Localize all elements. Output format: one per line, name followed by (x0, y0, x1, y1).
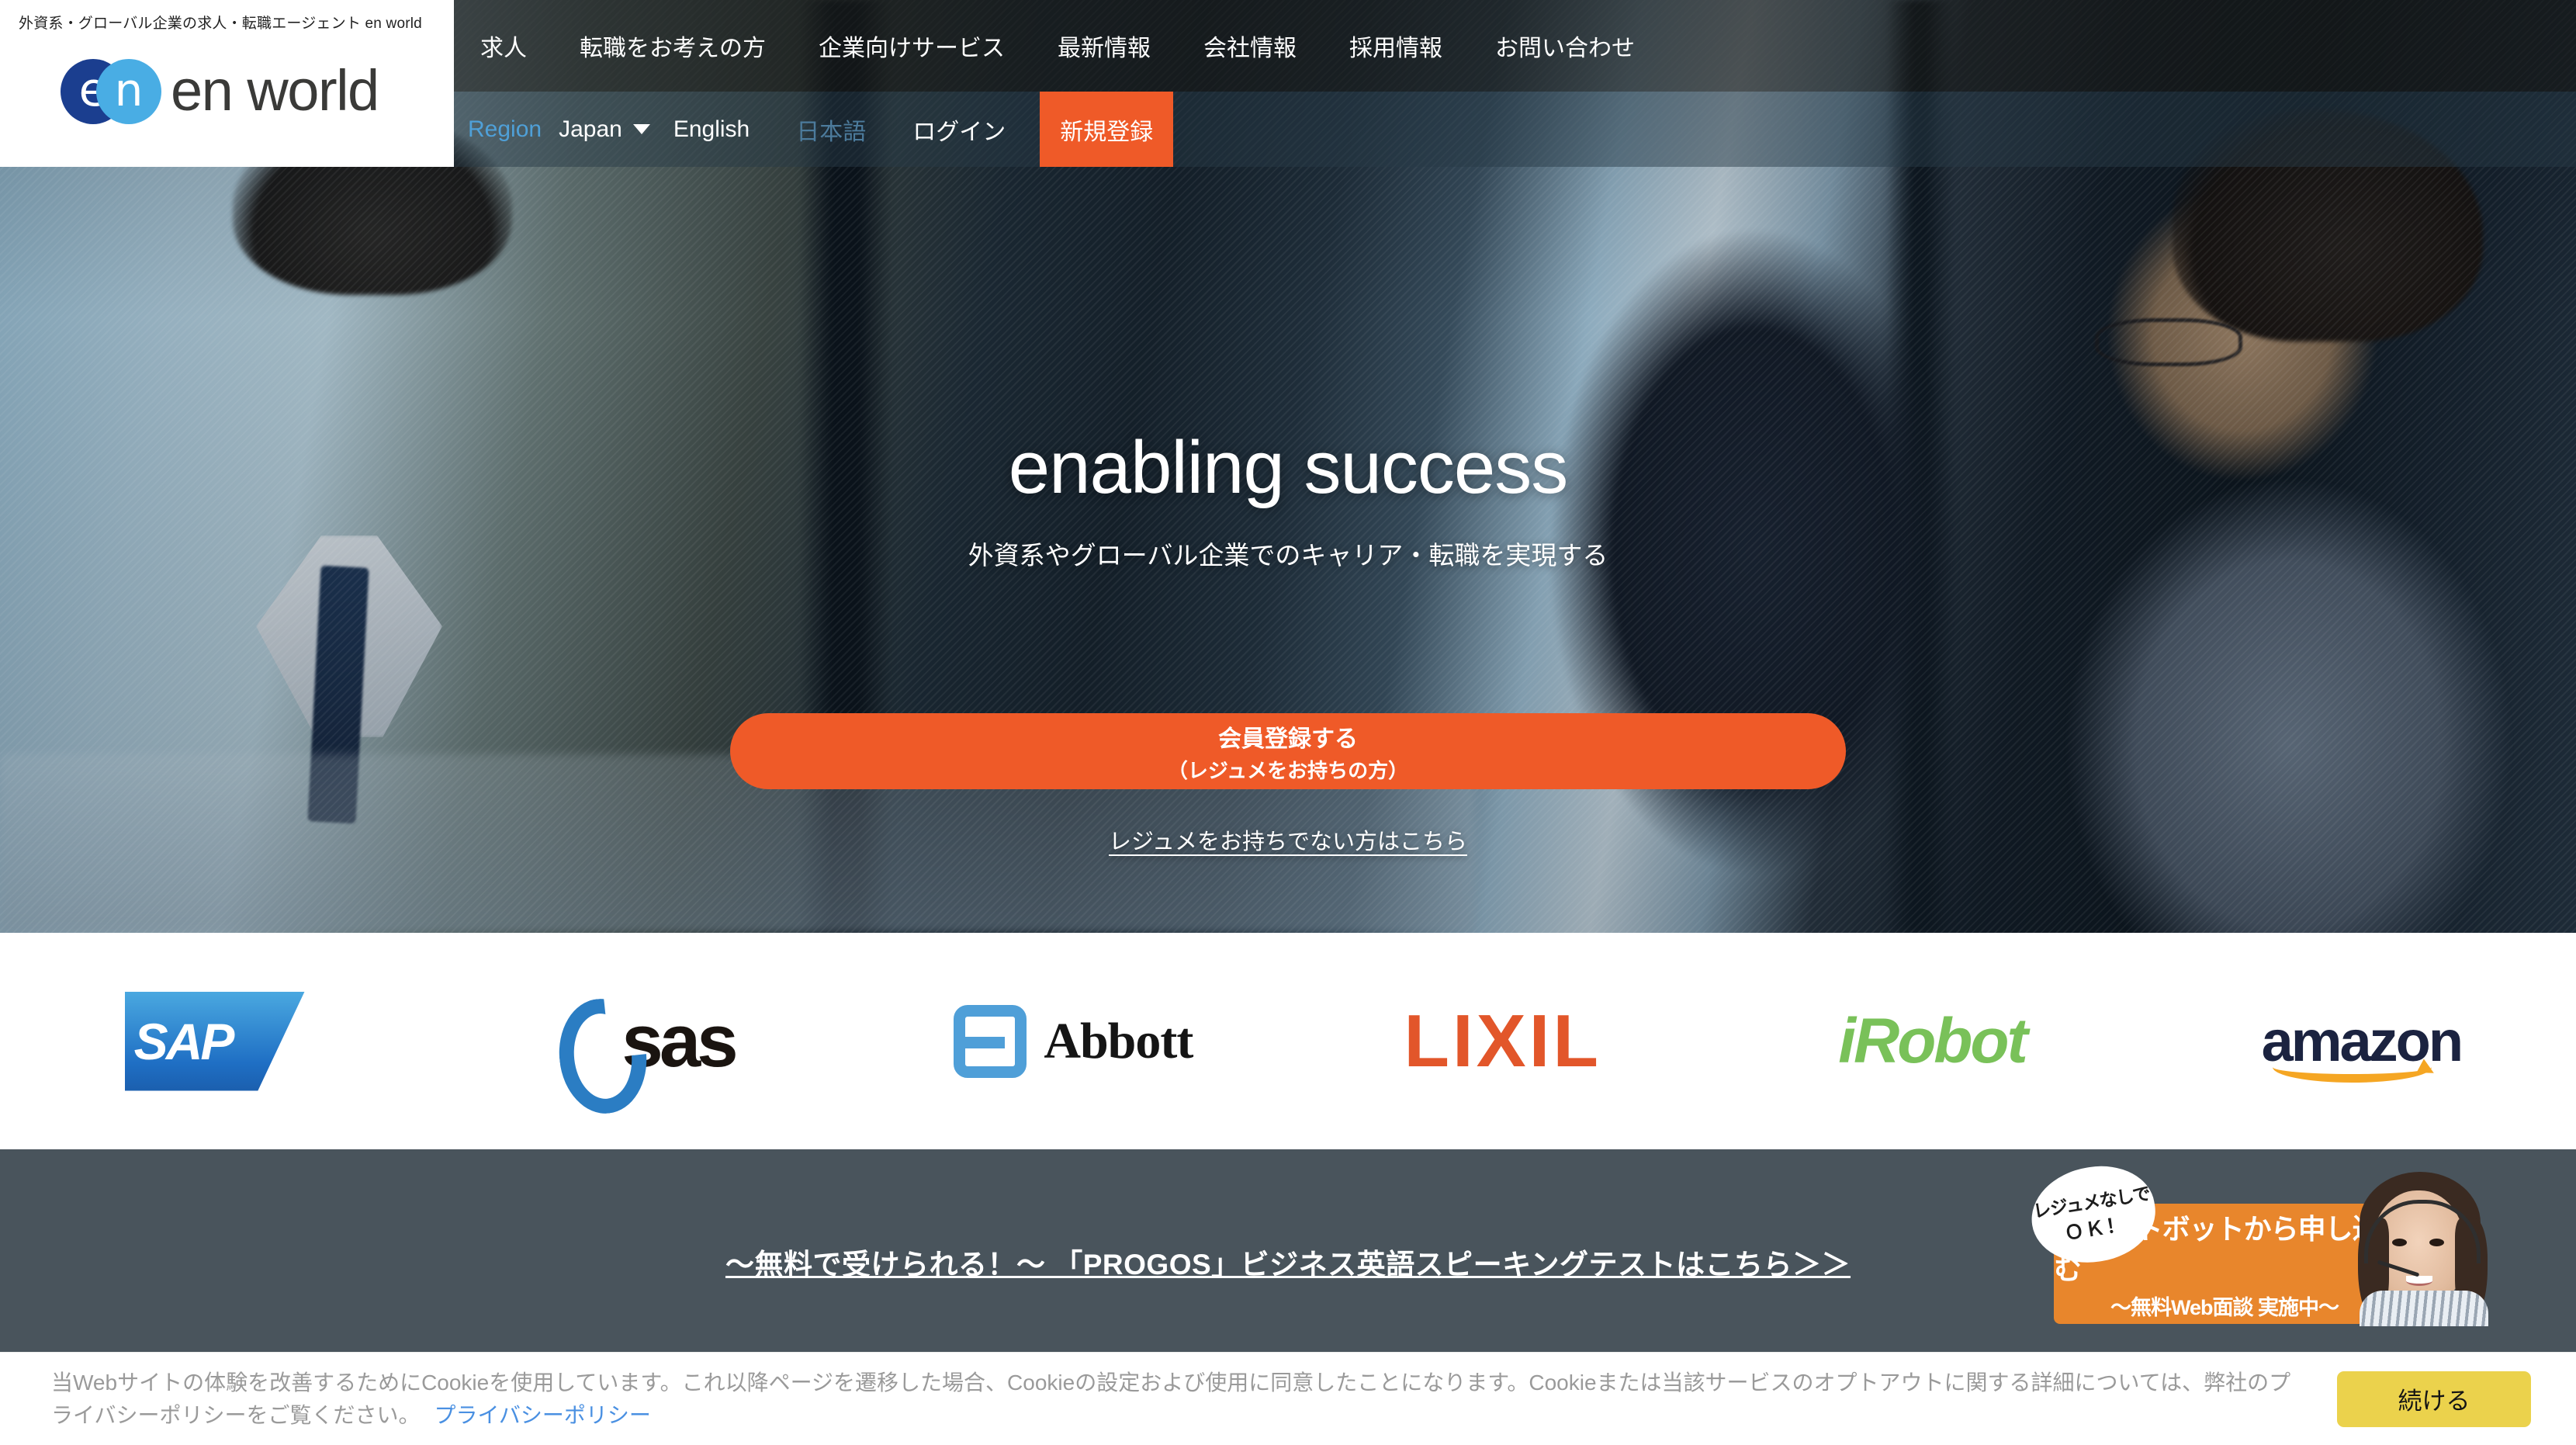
hero-headline: enabling success (1008, 426, 1568, 509)
irobot-wordmark: iRobot (1838, 1005, 2028, 1076)
nav-item-jobs[interactable]: 求人 (454, 29, 553, 63)
brand-logo-box[interactable]: 外資系・グローバル企業の求人・転職エージェント en world e n en … (0, 0, 454, 167)
sap-wordmark: SAP (133, 1012, 235, 1070)
cookie-accept-button[interactable]: 続ける (2337, 1370, 2531, 1427)
region-label: Region (468, 116, 542, 142)
region-selected-value: Japan (559, 116, 622, 142)
language-japanese[interactable]: 日本語 (773, 113, 889, 147)
privacy-policy-link[interactable]: プライバシーポリシー (434, 1403, 650, 1427)
sas-swirl-icon (553, 996, 625, 1087)
client-logo-abbott[interactable]: Abbott (859, 979, 1288, 1104)
cta-primary-label: 会員登録する (1218, 726, 1358, 752)
no-resume-link[interactable]: レジュメをお持ちでない方はこちら (1109, 823, 1467, 856)
client-logo-amazon[interactable]: amazon (2147, 979, 2576, 1104)
chevron-down-icon (632, 124, 650, 134)
lixil-wordmark: LIXIL (1404, 999, 1601, 1083)
nav-item-news[interactable]: 最新情報 (1031, 29, 1177, 63)
site-tagline: 外資系・グローバル企業の求人・転職エージェント en world (19, 16, 422, 32)
nav-item-contact[interactable]: お問い合わせ (1469, 29, 1661, 63)
abbott-wordmark: Abbott (1044, 1012, 1193, 1069)
login-link[interactable]: ログイン (889, 113, 1029, 147)
client-logo-lixil[interactable]: LIXIL (1288, 979, 1717, 1104)
client-logo-irobot[interactable]: iRobot (1717, 979, 2146, 1104)
region-selector[interactable]: Japan (542, 116, 650, 143)
chatbot-agent-photo (2355, 1167, 2491, 1326)
client-logo-sas[interactable]: sas (429, 979, 858, 1104)
chatbot-panel-line2: 〜無料Web面談 実施中〜 (2110, 1296, 2339, 1319)
abbott-a-icon (954, 1004, 1027, 1078)
nav-item-jobseekers[interactable]: 転職をお考えの方 (553, 29, 792, 63)
brand-wordmark: en world (171, 58, 379, 123)
chatbot-widget[interactable]: チャットボットから申し込む 〜無料Web面談 実施中〜 レジュメなしで ＯＫ！ (2010, 1158, 2491, 1326)
signup-button[interactable]: 新規登録 (1040, 92, 1174, 167)
en-world-logo-icon: e n (61, 58, 161, 124)
cookie-message-text: 当Webサイトの体験を改善するためにCookieを使用しています。これ以降ページ… (51, 1370, 2291, 1427)
register-cta-button[interactable]: 会員登録する （レジュメをお持ちの方） (730, 713, 1846, 789)
brand-logo[interactable]: e n en world (61, 58, 379, 124)
client-logo-strip: SAP sas Abbott LIXIL iRobot amazon (0, 933, 2576, 1149)
amazon-smile-icon (2272, 1052, 2432, 1083)
nav-item-company[interactable]: 会社情報 (1177, 29, 1323, 63)
client-logo-sap[interactable]: SAP (0, 979, 429, 1104)
cookie-consent-banner: 当Webサイトの体験を改善するためにCookieを使用しています。これ以降ページ… (0, 1352, 2576, 1445)
hero-subheadline: 外資系やグローバル企業でのキャリア・転職を実現する (968, 541, 1608, 570)
language-english[interactable]: English (650, 116, 773, 143)
cta-secondary-label: （レジュメをお持ちの方） (1167, 758, 1409, 782)
page-root: 求人 転職をお考えの方 企業向けサービス 最新情報 会社情報 採用情報 お問い合… (0, 0, 2576, 1445)
nav-item-careers[interactable]: 採用情報 (1323, 29, 1469, 63)
logo-letter-n: n (114, 64, 144, 116)
cookie-message: 当Webサイトの体験を改善するためにCookieを使用しています。これ以降ページ… (51, 1367, 2301, 1432)
nav-item-employers[interactable]: 企業向けサービス (792, 29, 1031, 63)
